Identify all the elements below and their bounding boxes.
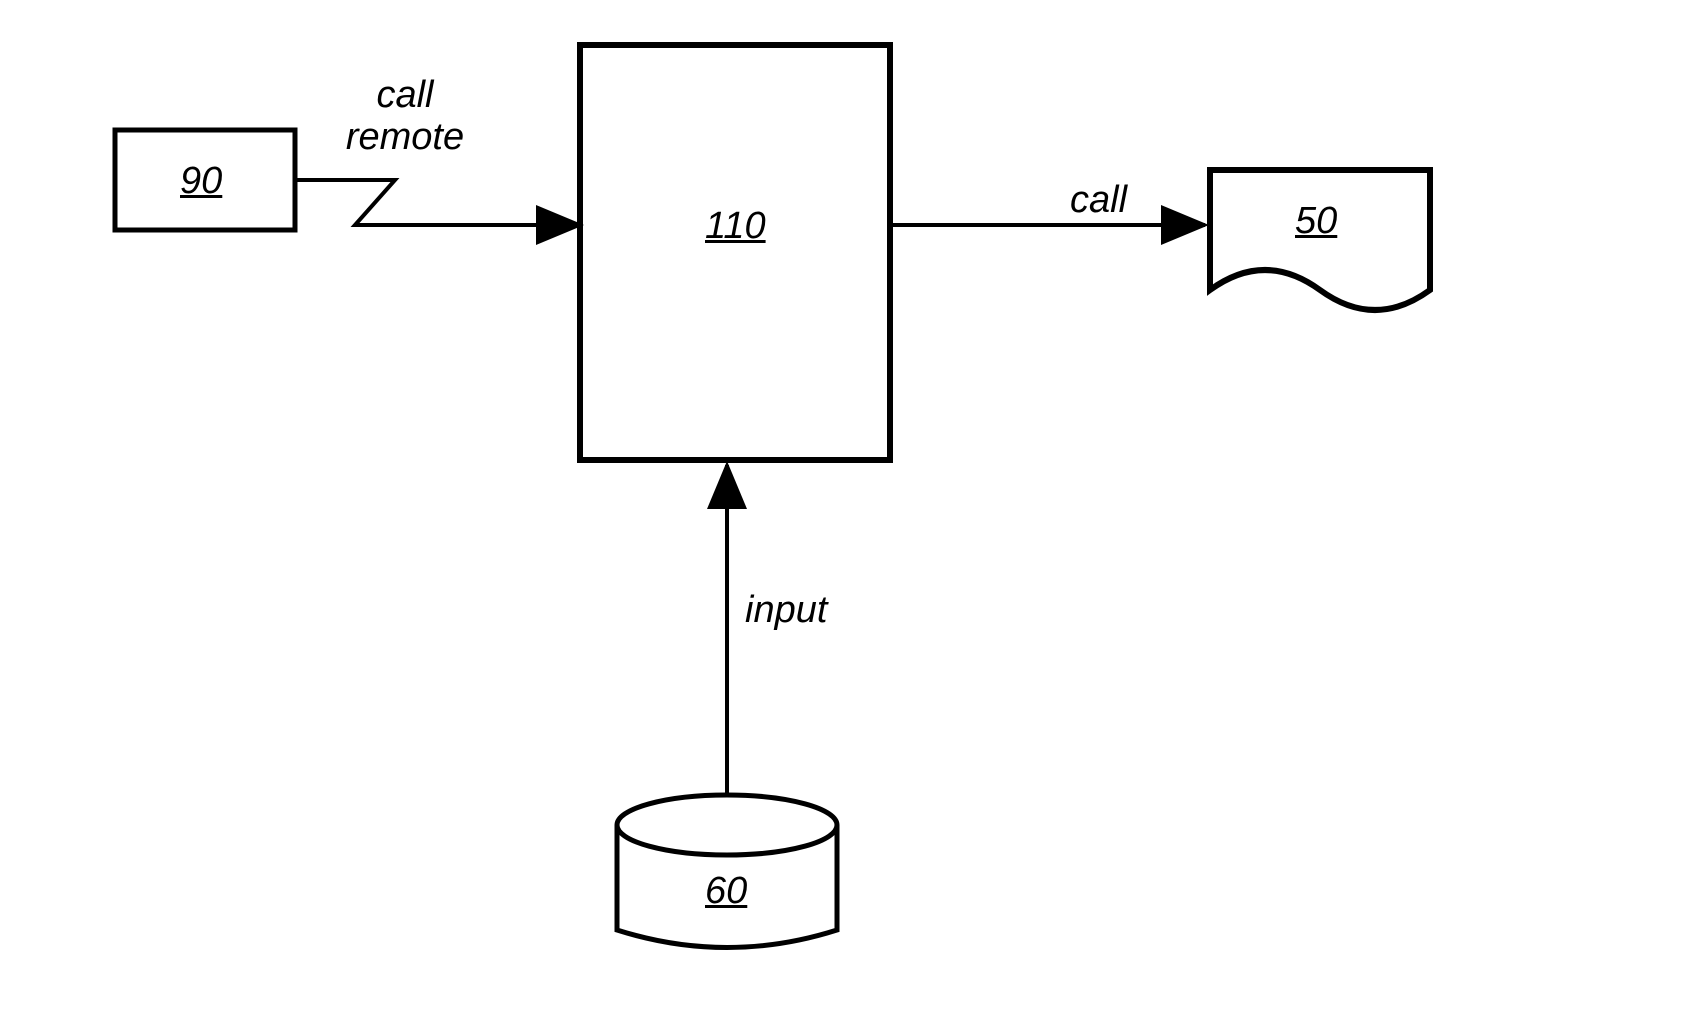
label-call-remote-line1: call bbox=[376, 74, 433, 116]
ref-110: 110 bbox=[705, 205, 766, 248]
label-input: input bbox=[745, 590, 827, 632]
ref-90: 90 bbox=[180, 160, 222, 203]
diagram-canvas: 90 110 50 60 call remote call input bbox=[0, 0, 1686, 1012]
diagram-svg bbox=[0, 0, 1686, 1012]
ref-60: 60 bbox=[705, 870, 747, 913]
edge-call-remote bbox=[295, 180, 580, 225]
label-call: call bbox=[1070, 180, 1127, 222]
label-call-remote-line2: remote bbox=[346, 116, 464, 158]
label-call-remote: call remote bbox=[330, 75, 480, 159]
ref-50: 50 bbox=[1295, 200, 1337, 243]
box-110 bbox=[580, 45, 890, 460]
